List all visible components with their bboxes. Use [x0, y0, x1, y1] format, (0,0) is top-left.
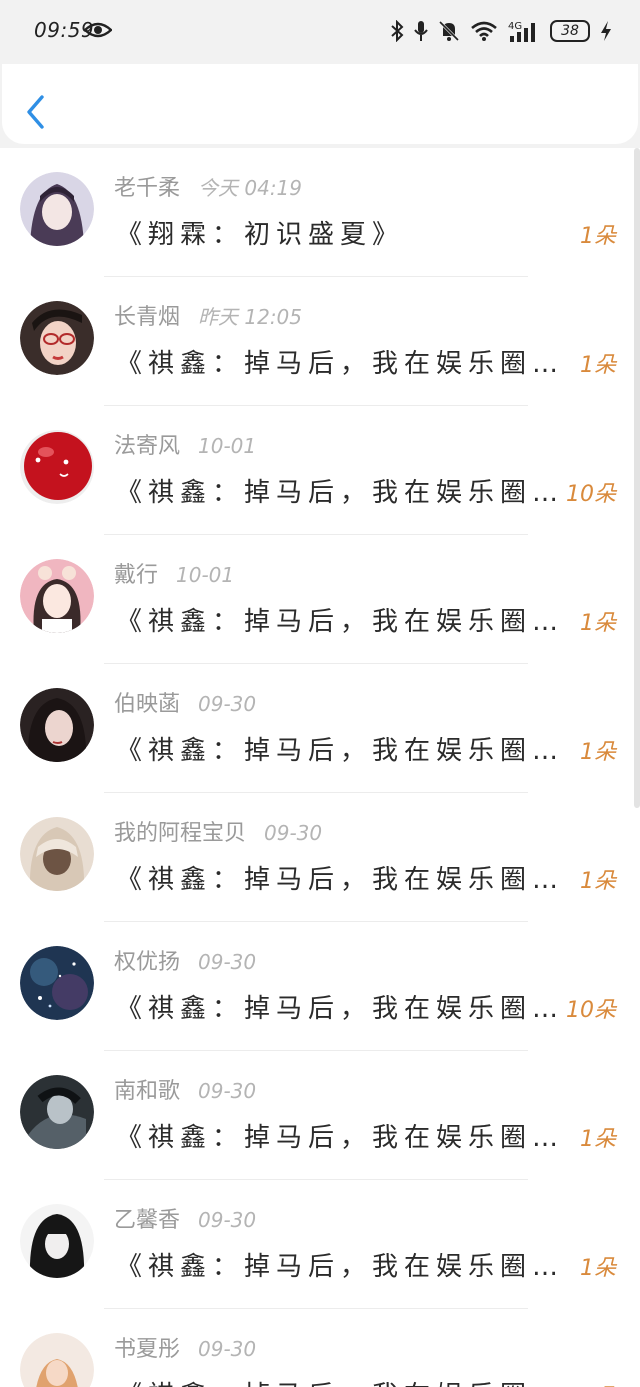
avatar[interactable] — [20, 559, 94, 633]
list-item[interactable]: 权优扬 09-30 《祺鑫：掉马后，我在娱乐圈… 10朵 — [0, 922, 640, 1051]
list-item[interactable]: 我的阿程宝贝 09-30 《祺鑫：掉马后，我在娱乐圈… 1朵 — [0, 793, 640, 922]
avatar[interactable] — [20, 1075, 94, 1149]
back-button[interactable] — [22, 92, 52, 132]
charging-icon — [601, 21, 611, 41]
sender-name: 伯映菡 — [114, 692, 181, 717]
sender-line: 书夏彤 09-30 — [114, 1331, 256, 1363]
timestamp: 09-30 — [198, 1079, 257, 1103]
sender-name: 法寄风 — [114, 434, 181, 459]
list-item[interactable]: 乙馨香 09-30 《祺鑫：掉马后，我在娱乐圈… 1朵 — [0, 1180, 640, 1309]
timestamp: 09-30 — [198, 950, 257, 974]
book-title: 《祺鑫：掉马后，我在娱乐圈… — [116, 736, 556, 766]
top-nav-bar — [2, 64, 638, 144]
gift-record-list: 老千柔 今天 04:19 《翔霖：初识盛夏》 1朵 长青烟 昨天 12:05 《… — [0, 148, 640, 1387]
status-bar: 09:59 4G 38 — [0, 0, 640, 64]
eye-icon — [84, 22, 112, 38]
battery-indicator: 38 — [550, 20, 590, 42]
sender-line: 南和歌 09-30 — [114, 1073, 256, 1105]
book-title: 《祺鑫：掉马后，我在娱乐圈… — [116, 478, 556, 508]
sender-name: 长青烟 — [114, 305, 181, 330]
avatar[interactable] — [20, 946, 94, 1020]
timestamp: 10-01 — [198, 434, 257, 458]
flower-count: 1朵 — [580, 869, 616, 894]
book-title: 《祺鑫：掉马后，我在娱乐圈… — [116, 865, 556, 895]
flower-count: 1朵 — [580, 224, 616, 249]
bluetooth-icon — [391, 20, 404, 42]
battery-level: 38 — [561, 23, 579, 39]
timestamp: 10-01 — [176, 563, 235, 587]
timestamp: 09-30 — [198, 1208, 257, 1232]
timestamp: 09-30 — [198, 692, 257, 716]
sender-line: 老千柔 今天 04:19 — [114, 170, 302, 202]
avatar[interactable] — [20, 1204, 94, 1278]
sender-line: 长青烟 昨天 12:05 — [114, 299, 302, 331]
list-item[interactable]: 书夏彤 09-30 《祺鑫：掉马后，我在娱乐圈… 10朵 — [0, 1309, 640, 1387]
flower-count: 1朵 — [580, 353, 616, 378]
flower-count: 1朵 — [580, 740, 616, 765]
avatar[interactable] — [20, 817, 94, 891]
mute-bell-icon — [438, 20, 460, 42]
signal-4g-icon: 4G — [508, 21, 535, 42]
sender-name: 南和歌 — [114, 1079, 181, 1104]
timestamp: 昨天 12:05 — [198, 305, 303, 329]
sender-line: 戴行 10-01 — [114, 557, 234, 589]
list-item[interactable]: 南和歌 09-30 《祺鑫：掉马后，我在娱乐圈… 1朵 — [0, 1051, 640, 1180]
flower-count: 1朵 — [580, 1127, 616, 1152]
sender-line: 法寄风 10-01 — [114, 428, 256, 460]
avatar[interactable] — [20, 430, 94, 504]
book-title: 《祺鑫：掉马后，我在娱乐圈… — [116, 994, 556, 1024]
book-title: 《祺鑫：掉马后，我在娱乐圈… — [116, 1123, 556, 1153]
sender-name: 戴行 — [114, 563, 159, 588]
sender-name: 书夏彤 — [114, 1337, 181, 1362]
sender-name: 乙馨香 — [114, 1208, 181, 1233]
list-item[interactable]: 长青烟 昨天 12:05 《祺鑫：掉马后，我在娱乐圈… 1朵 — [0, 277, 640, 406]
avatar[interactable] — [20, 1333, 94, 1387]
book-title: 《祺鑫：掉马后，我在娱乐圈… — [116, 1252, 556, 1282]
screen: 09:59 4G 38 老千柔 今天 04:19 《翔霖：初识盛夏》 1朵 长青… — [0, 0, 640, 1387]
book-title: 《祺鑫：掉马后，我在娱乐圈… — [116, 349, 556, 379]
avatar[interactable] — [20, 301, 94, 375]
book-title: 《祺鑫：掉马后，我在娱乐圈… — [116, 1375, 556, 1387]
sender-line: 我的阿程宝贝 09-30 — [114, 815, 322, 847]
microphone-icon — [414, 21, 428, 41]
avatar[interactable] — [20, 688, 94, 762]
list-item[interactable]: 老千柔 今天 04:19 《翔霖：初识盛夏》 1朵 — [0, 148, 640, 277]
list-item[interactable]: 戴行 10-01 《祺鑫：掉马后，我在娱乐圈… 1朵 — [0, 535, 640, 664]
timestamp: 今天 04:19 — [198, 176, 303, 200]
status-icons: 4G 38 — [390, 16, 612, 46]
avatar[interactable] — [20, 172, 94, 246]
timestamp: 09-30 — [198, 1337, 257, 1361]
sender-name: 我的阿程宝贝 — [114, 821, 247, 846]
list-item[interactable]: 法寄风 10-01 《祺鑫：掉马后，我在娱乐圈… 10朵 — [0, 406, 640, 535]
timestamp: 09-30 — [264, 821, 323, 845]
flower-count: 10朵 — [566, 998, 616, 1023]
flower-count: 1朵 — [580, 611, 616, 636]
sender-line: 乙馨香 09-30 — [114, 1202, 256, 1234]
sender-name: 权优扬 — [114, 950, 181, 975]
flower-count: 10朵 — [566, 1379, 616, 1387]
svg-text:4G: 4G — [508, 21, 522, 32]
wifi-icon — [471, 21, 497, 41]
flower-count: 10朵 — [566, 482, 616, 507]
list-item[interactable]: 伯映菡 09-30 《祺鑫：掉马后，我在娱乐圈… 1朵 — [0, 664, 640, 793]
book-title: 《翔霖：初识盛夏》 — [116, 220, 405, 250]
book-title: 《祺鑫：掉马后，我在娱乐圈… — [116, 607, 556, 637]
flower-count: 1朵 — [580, 1256, 616, 1281]
scrollbar[interactable] — [634, 148, 640, 808]
sender-name: 老千柔 — [114, 176, 181, 201]
sender-line: 伯映菡 09-30 — [114, 686, 256, 718]
sender-line: 权优扬 09-30 — [114, 944, 256, 976]
